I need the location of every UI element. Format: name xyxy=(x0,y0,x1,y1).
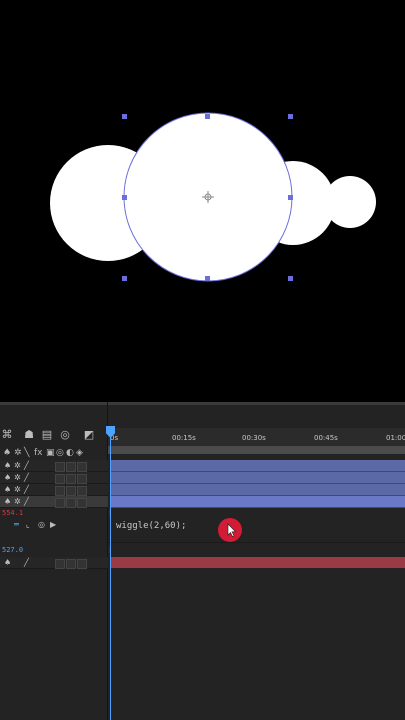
shy-icon[interactable]: ♠ xyxy=(4,473,11,483)
switch-box[interactable] xyxy=(55,474,65,484)
layer-duration-bar-red[interactable] xyxy=(111,557,405,568)
graph-icon[interactable]: ⌞ xyxy=(26,520,30,530)
switch-box[interactable] xyxy=(77,474,87,484)
handle-bottom-center[interactable] xyxy=(205,276,210,281)
handle-top-center[interactable] xyxy=(205,114,210,119)
handle-bottom-left[interactable] xyxy=(122,276,127,281)
collapse-icon[interactable]: ✲ xyxy=(14,497,21,507)
shy-icon[interactable]: ♠ xyxy=(4,558,11,568)
collapse-icon[interactable]: ✲ xyxy=(14,473,21,483)
timeline-panel: ⌘ ☗ ▤ ◎ ◩ ♠ ✲ ╲ fx ▣ ◎ ◐ ◈ 0s 00:15s 00:… xyxy=(0,402,405,720)
layer-duration-bar[interactable] xyxy=(111,472,405,484)
shy-icon[interactable]: ♠ xyxy=(4,497,11,507)
handle-middle-right[interactable] xyxy=(288,195,293,200)
playhead-line[interactable] xyxy=(110,432,111,720)
collapse-icon[interactable]: ✲ xyxy=(14,461,21,471)
handle-bottom-right[interactable] xyxy=(288,276,293,281)
property-value[interactable]: 554.1 xyxy=(2,509,23,517)
expression-enable-icon[interactable]: ═ xyxy=(14,520,19,530)
quality-icon[interactable]: ╲ xyxy=(24,446,29,460)
layer-duration-bar[interactable] xyxy=(111,460,405,472)
shy-icon[interactable]: ♠ xyxy=(4,461,11,471)
layer-duration-bar-selected[interactable] xyxy=(111,496,405,508)
quality-icon[interactable]: ╱ xyxy=(24,485,29,495)
switch-box[interactable] xyxy=(66,486,76,496)
handle-middle-left[interactable] xyxy=(122,195,127,200)
handle-top-right[interactable] xyxy=(288,114,293,119)
shy-icon[interactable]: ♠ xyxy=(3,446,11,460)
ruler-tick: 00:45s xyxy=(314,434,338,442)
handle-top-left[interactable] xyxy=(122,114,127,119)
quality-icon[interactable]: ╱ xyxy=(24,461,29,471)
quality-icon[interactable]: ╱ xyxy=(24,558,29,568)
switch-box[interactable] xyxy=(55,462,65,472)
property-value[interactable]: 527.0 xyxy=(2,546,23,554)
ruler-tick: 01:00s xyxy=(386,434,405,442)
expression-controls: ═ ⌞ ◎ ▶ xyxy=(14,520,74,532)
work-area-bar[interactable] xyxy=(108,446,405,454)
frame-blending-icon[interactable]: ▤ xyxy=(40,428,54,442)
switch-box[interactable] xyxy=(77,498,87,508)
switches-header: ♠ ✲ ╲ fx ▣ ◎ ◐ ◈ xyxy=(0,446,108,460)
ruler-tick: 00:30s xyxy=(242,434,266,442)
quality-icon[interactable]: ╱ xyxy=(24,497,29,507)
expression-text[interactable]: wiggle(2,60); xyxy=(116,521,186,531)
graph-editor-icon[interactable]: ◩ xyxy=(82,428,96,442)
layer-row-5-switches[interactable]: ♠ ╱ xyxy=(0,557,108,569)
circle-right-small[interactable] xyxy=(324,176,376,228)
switch-box[interactable] xyxy=(55,559,65,569)
ruler-tick: 00:15s xyxy=(172,434,196,442)
shy-layers-icon[interactable]: ☗ xyxy=(22,428,36,442)
shy-icon[interactable]: ♠ xyxy=(4,485,11,495)
composition-canvas[interactable] xyxy=(0,0,405,402)
adjustment-icon[interactable]: ◐ xyxy=(66,446,74,460)
layer-duration-bar[interactable] xyxy=(111,484,405,496)
motion-blur-icon[interactable]: ◎ xyxy=(58,428,72,442)
mouse-cursor-highlight xyxy=(218,518,242,542)
layer-row-2-switches[interactable]: ♠ ✲ ╱ xyxy=(0,472,108,484)
layer-row-1-switches[interactable]: ♠ ✲ ╱ xyxy=(0,460,108,472)
language-menu-icon[interactable]: ▶ xyxy=(50,520,56,530)
composition-viewer[interactable] xyxy=(0,0,405,402)
row-divider xyxy=(108,542,405,543)
composition-flowchart-icon[interactable]: ⌘ xyxy=(0,428,14,442)
3d-icon[interactable]: ◈ xyxy=(76,446,83,460)
collapse-icon[interactable]: ✲ xyxy=(14,446,22,460)
switch-box[interactable] xyxy=(77,462,87,472)
motion-blur-icon[interactable]: ◎ xyxy=(56,446,64,460)
switch-box[interactable] xyxy=(77,559,87,569)
time-ruler[interactable]: 0s 00:15s 00:30s 00:45s 01:00s xyxy=(108,428,405,446)
panel-top-border xyxy=(0,402,405,405)
fx-icon[interactable]: fx xyxy=(34,446,43,460)
layer-row-4-switches[interactable]: ♠ ✲ ╱ xyxy=(0,496,108,508)
switch-box[interactable] xyxy=(66,559,76,569)
switch-box[interactable] xyxy=(55,486,65,496)
switch-box[interactable] xyxy=(55,498,65,508)
switch-box[interactable] xyxy=(66,462,76,472)
layer-row-3-switches[interactable]: ♠ ✲ ╱ xyxy=(0,484,108,496)
switch-box[interactable] xyxy=(66,474,76,484)
switch-box[interactable] xyxy=(66,498,76,508)
mouse-pointer-icon xyxy=(227,523,237,537)
pick-whip-icon[interactable]: ◎ xyxy=(38,520,45,530)
frame-blend-icon[interactable]: ▣ xyxy=(46,446,55,460)
switch-box[interactable] xyxy=(77,486,87,496)
quality-icon[interactable]: ╱ xyxy=(24,473,29,483)
collapse-icon[interactable]: ✲ xyxy=(14,485,21,495)
